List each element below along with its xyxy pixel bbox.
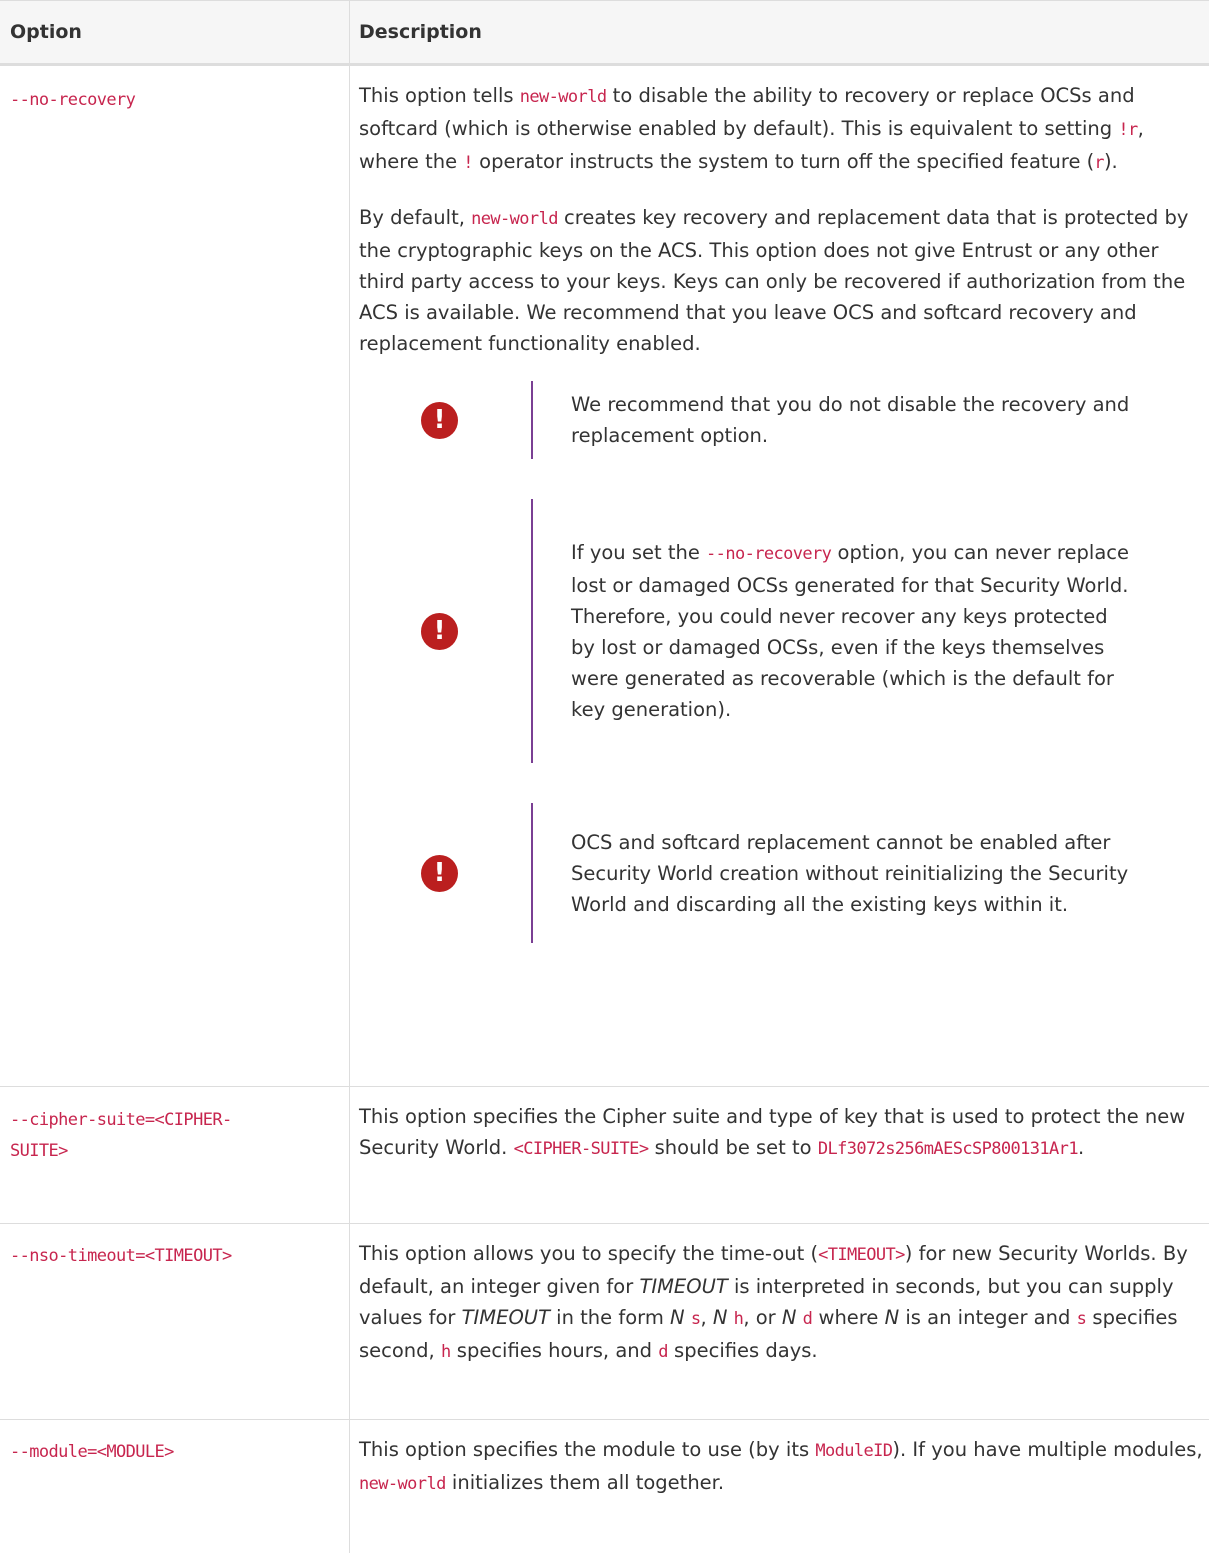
text: specifies days. [667,1339,818,1362]
text: where [812,1306,885,1329]
inline-code: <TIMEOUT> [818,1245,905,1265]
description-cell: This option allows you to specify the ti… [350,1224,1209,1419]
description-cell: This option specifies the Cipher suite a… [350,1087,1209,1223]
text: should be set to [648,1136,818,1159]
emphasis: N [781,1306,797,1329]
text: in the form [549,1306,671,1329]
note-text: We recommend that you do not disable the… [571,393,1130,447]
inline-code: d [802,1309,813,1329]
text: option, you can never replace lost or da… [571,541,1129,721]
inline-code: new-world [519,87,607,107]
emphasis: N [670,1306,685,1329]
emphasis: TIMEOUT [639,1275,728,1298]
option-name: --nso-timeout=<TIMEOUT> [10,1246,232,1266]
inline-code: new-world [471,209,558,229]
warning-note: ! We recommend that you do not disable t… [411,381,1209,459]
text: operator instructs the system to turn of… [472,150,1095,173]
table-row: --nso-timeout=<TIMEOUT> This option allo… [0,1224,1209,1420]
note-text: If you set the --no-recovery option, you… [533,537,1131,725]
text: This option specifies the module to use … [359,1438,816,1461]
inline-code: --no-recovery [706,544,832,564]
inline-code: ModuleID [815,1441,893,1461]
description-paragraph: By default, new-world creates key recove… [359,202,1209,359]
inline-code: ! [463,153,473,173]
inline-code: h [440,1342,451,1362]
exclamation-icon: ! [421,612,458,650]
table-header-row: Option Description [0,0,1209,66]
inline-code: r [1094,153,1104,173]
description-paragraph: This option specifies the module to use … [359,1434,1209,1500]
text: This option allows you to specify the ti… [359,1242,819,1265]
text: initializes them all together. [445,1471,725,1494]
description-cell: This option specifies the module to use … [350,1420,1209,1553]
icon-slot: ! [411,401,531,439]
description-paragraph: This option specifies the Cipher suite a… [359,1101,1209,1165]
exclamation-icon: ! [421,854,458,892]
exclamation-icon: ! [421,401,458,439]
inline-code: !r [1118,120,1138,140]
text: ). [1103,150,1118,173]
option-cell: --cipher-suite=<CIPHER- SUITE> [0,1087,350,1223]
inline-code: DLf3072s256mAEScSP800131Ar1 [817,1139,1079,1159]
text: If you set the [571,541,707,564]
emphasis: N [884,1306,900,1329]
icon-slot: ! [411,854,531,892]
description-cell: This option tells new-world to disable t… [350,66,1209,1086]
description-paragraph: This option allows you to specify the ti… [359,1238,1209,1368]
description-paragraph: This option tells new-world to disable t… [359,80,1209,179]
note-text: OCS and softcard replacement cannot be e… [571,830,1129,916]
text: is an integer and [899,1306,1077,1329]
emphasis: TIMEOUT [461,1306,550,1329]
emphasis: N [712,1306,728,1329]
table-row: --module=<MODULE> This option specifies … [0,1420,1209,1553]
option-name: --no-recovery [10,90,136,110]
text: , [700,1306,713,1329]
table-row: --no-recovery This option tells new-worl… [0,66,1209,1087]
option-name-continued: SUITE> [10,1141,68,1161]
option-cell: --no-recovery [0,66,350,1086]
header-description: Description [359,21,482,43]
option-name: --cipher-suite=<CIPHER- [10,1110,232,1130]
icon-slot: ! [411,612,531,650]
text: This option tells [359,84,520,107]
warning-note: ! OCS and softcard replacement cannot be… [411,803,1209,943]
option-cell: --nso-timeout=<TIMEOUT> [0,1224,350,1419]
inline-code: <CIPHER-SUITE> [513,1139,649,1159]
warning-note: ! If you set the --no-recovery option, y… [411,499,1209,763]
text: , or [743,1306,782,1329]
inline-code: s [1076,1309,1087,1329]
text: By default, [359,206,472,229]
header-option: Option [0,1,350,63]
options-table: Option Description --no-recovery This op… [0,0,1209,1553]
option-name: --module=<MODULE> [10,1442,174,1462]
inline-code: new-world [359,1474,446,1494]
table-row: --cipher-suite=<CIPHER- SUITE> This opti… [0,1087,1209,1224]
inline-code: h [733,1309,744,1329]
inline-code: d [658,1342,668,1362]
option-cell: --module=<MODULE> [0,1420,350,1553]
text: . [1077,1136,1085,1159]
text: ). If you have multiple modules, [892,1438,1203,1461]
text: specifies hours, and [450,1339,659,1362]
